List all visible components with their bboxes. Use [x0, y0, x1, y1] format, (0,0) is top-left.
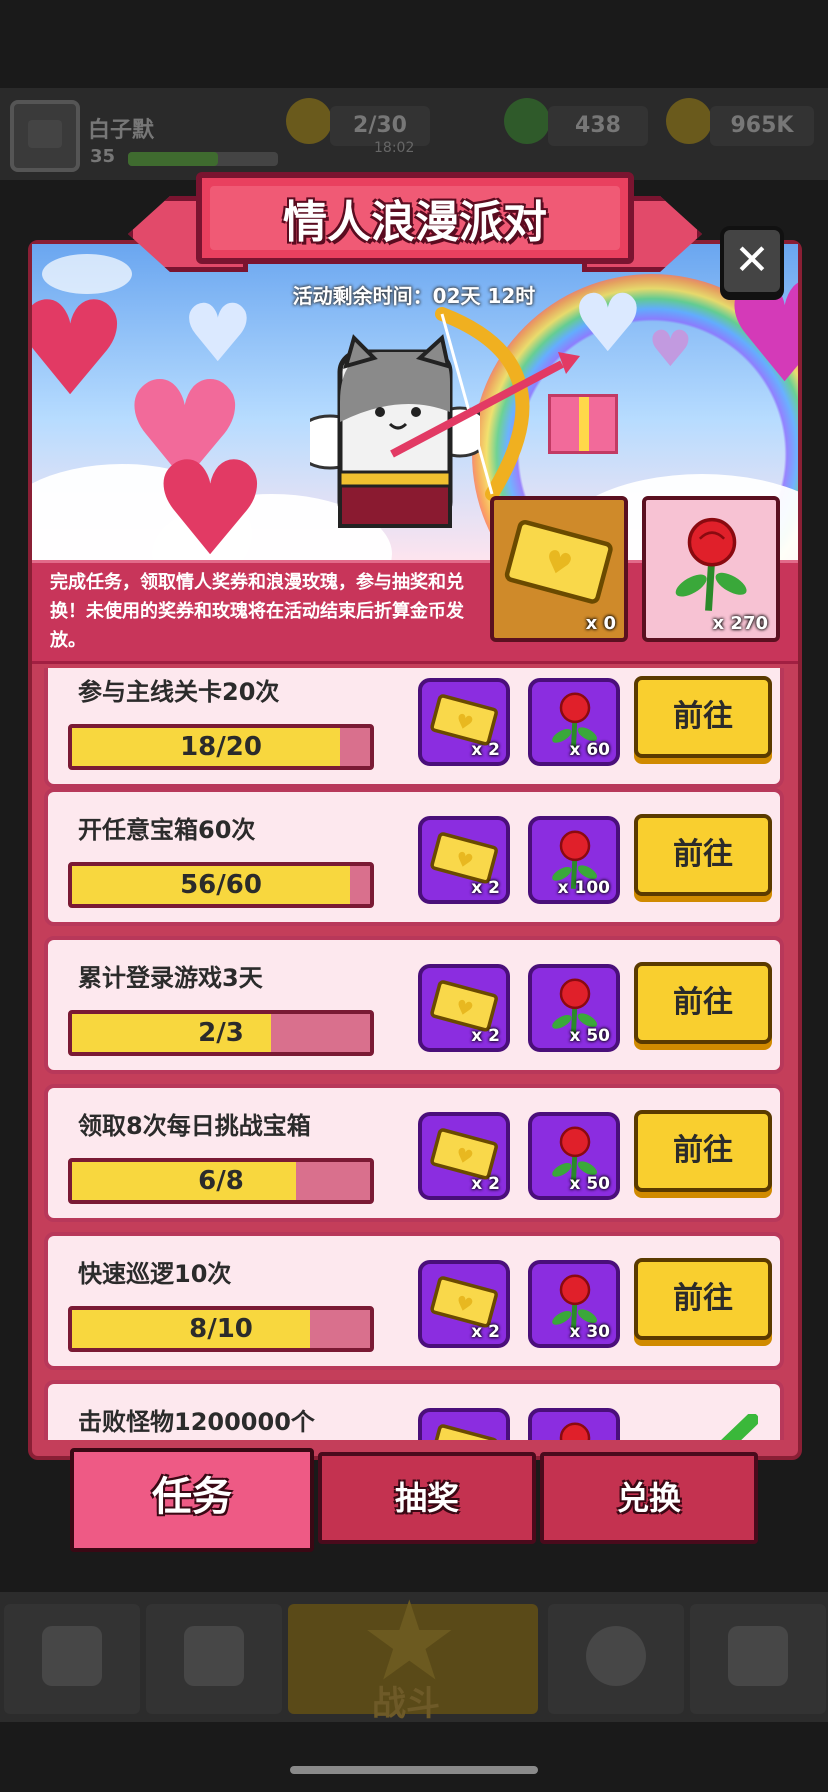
task-progress-bar: 2/3 [68, 1010, 374, 1056]
task-name: 领取8次每日挑战宝箱 [78, 1112, 311, 1140]
task-progress-text: 6/8 [198, 1166, 244, 1196]
heart-decoration: ♥ [152, 433, 269, 564]
tab-label: 兑换 [616, 1479, 681, 1517]
rose-reward-count: x 30 [569, 1322, 610, 1342]
tab-label: 抽奖 [394, 1479, 459, 1517]
task-progress-bar: 6/8 [68, 1158, 374, 1204]
go-button-label: 前往 [673, 1281, 733, 1316]
task-progress-text: 56/60 [180, 870, 262, 900]
ticket-reward-count: x 2 [471, 1322, 500, 1342]
ticket-balance: ♥ x 0 [490, 496, 628, 642]
check-icon [721, 1414, 758, 1440]
go-button-label: 前往 [673, 1133, 733, 1168]
task-row: 累计登录游戏3天 2/3 ♥ x 2 x 50 前往 [44, 936, 784, 1074]
ticket-reward: ♥ x 2 [418, 816, 510, 904]
task-name: 快速巡逻10次 [78, 1260, 232, 1288]
gem-icon [504, 98, 550, 144]
nav-battle-label: 战斗 [372, 1684, 440, 1724]
task-list[interactable]: 参与主线关卡20次 18/20 ♥ x 2x 60 前往 开任意宝箱60次 56/60 ♥ x … [44, 668, 786, 1440]
player-level: 35 [90, 146, 116, 167]
event-description: 完成任务，领取情人奖券和浪漫玫瑰，参与抽奖和兑换！未使用的奖券和玫瑰将在活动结束… [50, 572, 464, 651]
player-avatar[interactable] [10, 100, 80, 172]
task-progress-text: 18/20 [180, 732, 262, 762]
dna-icon [728, 1626, 788, 1686]
go-button[interactable]: 前往 [634, 814, 772, 896]
close-button[interactable]: ✕ [720, 226, 784, 296]
task-row: 击败怪物1200000个 ♥ [44, 1380, 784, 1440]
go-button[interactable]: 前往 [634, 1258, 772, 1340]
tab-lottery[interactable]: 抽奖 [318, 1452, 536, 1544]
tab-tasks[interactable]: 任务 [70, 1448, 314, 1552]
rose-reward: x 50 [528, 1112, 620, 1200]
task-row: 领取8次每日挑战宝箱 6/8 ♥ x 2 x 50 前往 [44, 1084, 784, 1222]
energy-timer: 18:02 [374, 140, 415, 156]
player-name: 白子默 [88, 118, 155, 143]
ticket-reward: ♥ x 2 [418, 678, 510, 766]
rose-reward-count: x 100 [557, 878, 610, 898]
ticket-reward: ♥ x 2 [418, 964, 510, 1052]
home-indicator[interactable] [290, 1766, 538, 1774]
go-button[interactable]: 前往 [634, 676, 772, 758]
task-name: 累计登录游戏3天 [78, 964, 263, 992]
coin-icon [666, 98, 712, 144]
task-progress-bar: 56/60 [68, 862, 374, 908]
task-row: 快速巡逻10次 8/10 ♥ x 2 x 30 前往 [44, 1232, 784, 1370]
go-button-label: 前往 [673, 985, 733, 1020]
go-button-label: 前往 [673, 837, 733, 872]
task-progress-bar: 18/20 [68, 724, 374, 770]
ticket-reward-count: x 2 [471, 740, 500, 760]
ticket-reward: ♥ x 2 [418, 1112, 510, 1200]
rose-reward: x 60 [528, 678, 620, 766]
task-name: 开任意宝箱60次 [78, 816, 256, 844]
nav-talents[interactable] [690, 1604, 826, 1714]
task-row: 开任意宝箱60次 56/60 ♥ x 2 x 100 前往 [44, 788, 784, 926]
tab-exchange[interactable]: 兑换 [540, 1452, 758, 1544]
ticket-reward-count: x 2 [471, 1174, 500, 1194]
heart-decoration: ♥ [648, 320, 693, 378]
tab-label: 任务 [152, 1474, 232, 1520]
ticket-count: x 0 [585, 613, 616, 634]
go-button[interactable]: 前往 [634, 962, 772, 1044]
go-button[interactable]: 前往 [634, 1110, 772, 1192]
task-progress-text: 8/10 [189, 1314, 253, 1344]
nav-shop[interactable] [4, 1604, 140, 1714]
ticket-icon: ♥ [504, 520, 613, 604]
task-row: 参与主线关卡20次 18/20 ♥ x 2 x 60 前往 [44, 668, 784, 788]
task-name: 击败怪物1200000个 [78, 1408, 315, 1436]
ticket-reward: ♥ [418, 1408, 510, 1440]
gem-counter: 438 [548, 106, 648, 146]
task-progress-text: 2/3 [198, 1018, 244, 1048]
rose-reward: x 30 [528, 1260, 620, 1348]
heart-decoration: ♥ [32, 273, 129, 425]
rose-reward-count: x 60 [569, 740, 610, 760]
gift-box-decoration [548, 394, 618, 454]
ticket-reward: ♥ x 2 [418, 1260, 510, 1348]
coin-counter: 965K [710, 106, 814, 146]
task-progress-bar: 8/10 [68, 1306, 374, 1352]
rose-reward: x 100 [528, 816, 620, 904]
nav-weapons[interactable] [146, 1604, 282, 1714]
shop-icon [42, 1626, 102, 1686]
team-icon [586, 1626, 646, 1686]
energy-icon [286, 98, 332, 144]
ticket-reward-count: x 2 [471, 878, 500, 898]
rose-count: x 270 [712, 613, 768, 634]
gun-icon [184, 1626, 244, 1686]
go-button-label: 前往 [673, 699, 733, 734]
event-title: 情人浪漫派对 [283, 197, 547, 248]
ticket-reward-count: x 2 [471, 1026, 500, 1046]
game-screen: 白子默 35 2/30 18:02 438 965K ★ 战斗 ♥ ♥ ♥ ♥ … [0, 0, 828, 1792]
nav-team[interactable] [548, 1604, 684, 1714]
event-timer: 活动剩余时间：02天 12时 [292, 284, 536, 308]
close-icon: ✕ [734, 235, 770, 284]
xp-bar [128, 152, 278, 166]
rose-reward-count: x 50 [569, 1174, 610, 1194]
rose-reward [528, 1408, 620, 1440]
rose-reward: x 50 [528, 964, 620, 1052]
rose-reward-count: x 50 [569, 1026, 610, 1046]
rose-icon [675, 517, 747, 611]
rose-balance: x 270 [642, 496, 780, 642]
task-name: 参与主线关卡20次 [78, 678, 280, 706]
